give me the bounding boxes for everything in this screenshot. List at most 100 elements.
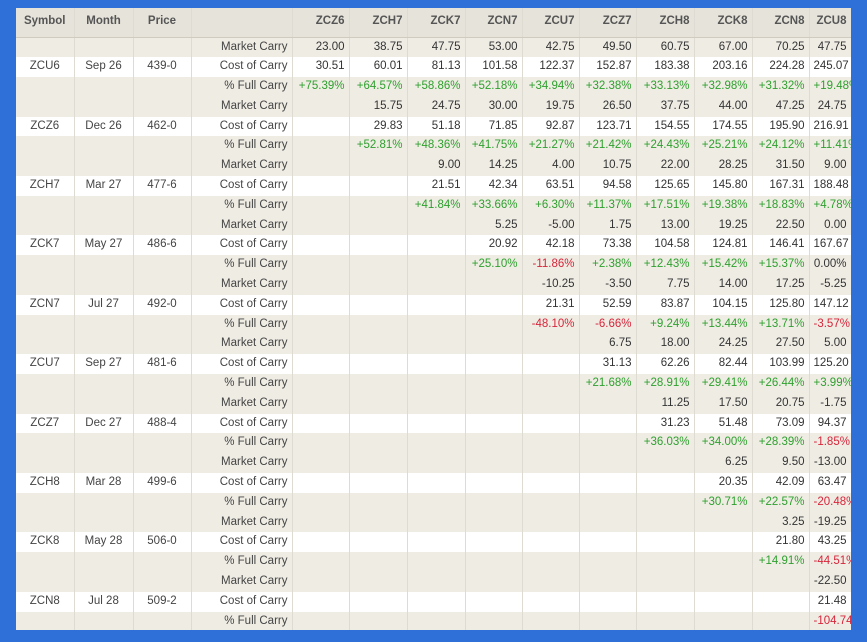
row-month xyxy=(74,453,134,474)
row-symbol xyxy=(16,195,75,216)
header-row: Symbol Month Price ZCZ6 ZCH7 ZCK7 ZCN7 Z… xyxy=(16,8,851,38)
table-cell: 53.00 xyxy=(465,37,523,58)
row-price xyxy=(133,572,192,592)
header-zcn8[interactable]: ZCN8 xyxy=(752,8,810,38)
table-cell xyxy=(522,512,580,533)
table-cell: -20.48% xyxy=(809,492,851,513)
table-cell: 47.75 xyxy=(407,37,466,58)
table-cell: 125.80 xyxy=(752,294,810,315)
table-cell xyxy=(349,176,408,196)
table-cell xyxy=(292,611,350,630)
table-cell: 183.38 xyxy=(636,57,695,78)
table-cell: +24.43% xyxy=(636,136,695,157)
header-zcu7[interactable]: ZCU7 xyxy=(522,8,580,38)
header-price[interactable]: Price xyxy=(133,8,192,38)
header-zch7[interactable]: ZCH7 xyxy=(349,8,408,38)
table-cell: 47.75 xyxy=(809,37,851,58)
table-cell: 10.75 xyxy=(579,156,637,177)
table-cell: +11.41% xyxy=(809,136,851,157)
table-cell xyxy=(407,215,466,236)
table-cell: +33.66% xyxy=(465,195,523,216)
table-cell xyxy=(636,572,695,592)
table-cell: 1.75 xyxy=(579,215,637,236)
table-cell xyxy=(292,215,350,236)
table-cell xyxy=(579,393,637,414)
table-cell: 203.16 xyxy=(694,57,753,78)
table-cell: 70.25 xyxy=(752,37,810,58)
table-cell xyxy=(349,433,408,454)
row-label: % Full Carry xyxy=(191,136,293,157)
table-cell xyxy=(349,354,408,375)
table-cell xyxy=(292,552,350,573)
table-cell: +3.99% xyxy=(809,374,851,394)
table-cell xyxy=(292,492,350,513)
row-label: Market Carry xyxy=(191,156,293,177)
row-symbol xyxy=(16,512,75,533)
row-symbol: ZCK8 xyxy=(16,532,75,553)
table-cell: +36.03% xyxy=(636,433,695,454)
row-price: 481-6 xyxy=(133,354,192,375)
row-label: Cost of Carry xyxy=(191,413,293,434)
table-cell: -3.57% xyxy=(809,314,851,335)
table-cell xyxy=(292,195,350,216)
table-cell: 20.92 xyxy=(465,235,523,256)
table-cell xyxy=(636,591,695,612)
header-zcu8[interactable]: ZCU8 xyxy=(809,8,851,38)
header-zch8[interactable]: ZCH8 xyxy=(636,8,695,38)
table-cell xyxy=(349,572,408,592)
table-cell: -3.50 xyxy=(579,275,637,295)
table-cell xyxy=(292,473,350,493)
header-zcz7[interactable]: ZCZ7 xyxy=(579,8,637,38)
row-month: Sep 27 xyxy=(74,354,134,375)
row-month xyxy=(74,77,134,97)
header-symbol[interactable]: Symbol xyxy=(16,8,75,38)
table-row: ZCN7 Jul 27 492-0 Cost of Carry 21.31 52.59 83… xyxy=(16,294,851,315)
row-price xyxy=(133,255,192,276)
table-cell xyxy=(465,374,523,394)
table-row: Market Carry 6.75 18.00 24.25 27.50 5.00 xyxy=(16,334,851,355)
table-cell: +19.38% xyxy=(694,195,753,216)
header-zck8[interactable]: ZCK8 xyxy=(694,8,753,38)
table-cell: 38.75 xyxy=(349,37,408,58)
table-cell xyxy=(407,393,466,414)
table-cell xyxy=(465,611,523,630)
table-cell: +33.13% xyxy=(636,77,695,97)
table-cell: 17.25 xyxy=(752,275,810,295)
table-body: Market Carry 23.00 38.75 47.75 53.00 42.75 49.… xyxy=(16,37,851,630)
header-month[interactable]: Month xyxy=(74,8,134,38)
row-month xyxy=(74,195,134,216)
row-label: Market Carry xyxy=(191,512,293,533)
table-cell xyxy=(292,334,350,355)
table-cell: +17.51% xyxy=(636,195,695,216)
row-label: % Full Carry xyxy=(191,77,293,97)
table-cell: +21.68% xyxy=(579,374,637,394)
table-cell: 42.18 xyxy=(522,235,580,256)
table-cell xyxy=(579,413,637,434)
table-cell xyxy=(694,611,753,630)
table-row: % Full Carry -48.10% -6.66% +9.24% +13.44% +1… xyxy=(16,314,851,335)
table-cell xyxy=(465,572,523,592)
table-cell xyxy=(407,374,466,394)
table-cell: 73.38 xyxy=(579,235,637,256)
header-zcn7[interactable]: ZCN7 xyxy=(465,8,523,38)
table-cell xyxy=(349,532,408,553)
row-month xyxy=(74,374,134,394)
table-cell: -10.25 xyxy=(522,275,580,295)
table-cell xyxy=(292,413,350,434)
table-cell xyxy=(522,354,580,375)
row-label: Cost of Carry xyxy=(191,235,293,256)
table-cell xyxy=(465,354,523,375)
header-zck7[interactable]: ZCK7 xyxy=(407,8,466,38)
table-cell xyxy=(292,136,350,157)
table-cell xyxy=(349,374,408,394)
table-cell: -11.86% xyxy=(522,255,580,276)
carry-table: Symbol Month Price ZCZ6 ZCH7 ZCK7 ZCN7 Z… xyxy=(16,8,851,630)
table-cell xyxy=(579,591,637,612)
table-cell: 94.37 xyxy=(809,413,851,434)
row-symbol xyxy=(16,255,75,276)
header-zcz6[interactable]: ZCZ6 xyxy=(292,8,350,38)
table-cell xyxy=(407,433,466,454)
row-price xyxy=(133,77,192,97)
table-cell: +34.94% xyxy=(522,77,580,97)
table-cell: 245.07 xyxy=(809,57,851,78)
